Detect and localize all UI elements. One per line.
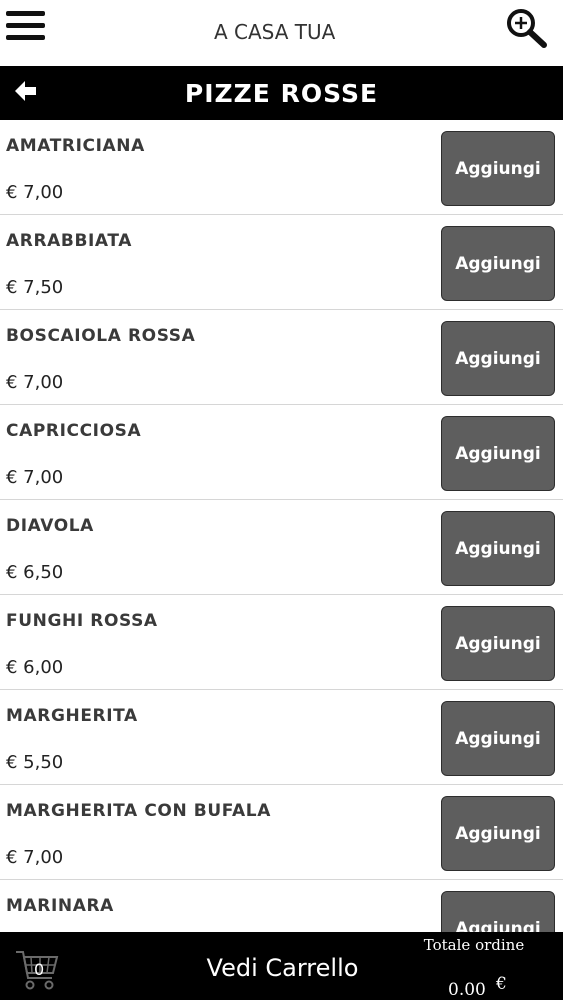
product-name: AMATRICIANA xyxy=(6,136,145,156)
product-name: CAPRICCIOSA xyxy=(6,421,142,441)
add-to-cart-button[interactable]: Aggiungi xyxy=(441,416,555,491)
product-row: DIAVOLA € 6,50 Aggiungi xyxy=(0,500,563,595)
product-row: BOSCAIOLA ROSSA € 7,00 Aggiungi xyxy=(0,310,563,405)
order-total-label: Totale ordine xyxy=(423,936,525,954)
product-name: MARGHERITA CON BUFALA xyxy=(6,801,271,821)
add-to-cart-button[interactable]: Aggiungi xyxy=(441,511,555,586)
logo-text: A CASA TUA xyxy=(214,20,336,44)
product-row: MARINARA Aggiungi xyxy=(0,880,563,932)
product-price: € 7,00 xyxy=(6,182,64,203)
order-total-currency: € xyxy=(496,974,507,994)
product-row: CAPRICCIOSA € 7,00 Aggiungi xyxy=(0,405,563,500)
product-row: ARRABBIATA € 7,50 Aggiungi xyxy=(0,215,563,310)
product-list[interactable]: AMATRICIANA € 7,00 Aggiungi ARRABBIATA €… xyxy=(0,120,563,932)
product-name: ARRABBIATA xyxy=(6,231,133,251)
hamburger-menu-icon[interactable] xyxy=(6,8,46,42)
cart-footer-bar: 0 Vedi Carrello Totale ordine 0.00 € xyxy=(0,932,563,1000)
add-to-cart-button[interactable]: Aggiungi xyxy=(441,226,555,301)
product-row: FUNGHI ROSSA € 6,00 Aggiungi xyxy=(0,595,563,690)
cart-item-count: 0 xyxy=(34,960,45,979)
add-to-cart-button[interactable]: Aggiungi xyxy=(441,796,555,871)
product-price: € 6,50 xyxy=(6,562,64,583)
add-to-cart-button[interactable]: Aggiungi xyxy=(441,701,555,776)
add-to-cart-button[interactable]: Aggiungi xyxy=(441,321,555,396)
product-name: DIAVOLA xyxy=(6,516,94,536)
product-price: € 7,00 xyxy=(6,467,64,488)
product-price: € 6,00 xyxy=(6,657,64,678)
product-name: MARGHERITA xyxy=(6,706,138,726)
product-name: MARINARA xyxy=(6,896,114,916)
order-total-value: 0.00 xyxy=(448,980,486,1000)
app-logo: A CASA TUA xyxy=(214,16,360,48)
view-cart-button[interactable]: Vedi Carrello xyxy=(170,950,395,986)
product-row: MARGHERITA € 5,50 Aggiungi xyxy=(0,690,563,785)
add-to-cart-button[interactable]: Aggiungi xyxy=(441,131,555,206)
product-price: € 5,50 xyxy=(6,752,64,773)
category-title-bar: PIZZE ROSSE xyxy=(0,66,563,120)
top-header: A CASA TUA xyxy=(0,0,563,66)
zoom-in-search-icon[interactable] xyxy=(504,6,550,50)
product-row: MARGHERITA CON BUFALA € 7,00 Aggiungi xyxy=(0,785,563,880)
add-to-cart-button[interactable]: Aggiungi xyxy=(441,606,555,681)
product-name: BOSCAIOLA ROSSA xyxy=(6,326,196,346)
page-title: PIZZE ROSSE xyxy=(184,79,379,108)
product-price: € 7,00 xyxy=(6,372,64,393)
product-price: € 7,00 xyxy=(6,847,64,868)
add-to-cart-button[interactable]: Aggiungi xyxy=(441,891,555,932)
arrow-left-icon[interactable] xyxy=(12,78,40,106)
product-name: FUNGHI ROSSA xyxy=(6,611,158,631)
product-price: € 7,50 xyxy=(6,277,64,298)
product-row: AMATRICIANA € 7,00 Aggiungi xyxy=(0,120,563,215)
app-screen: A CASA TUA PIZZE ROSSE AMATRICIANA € 7,0… xyxy=(0,0,563,1000)
